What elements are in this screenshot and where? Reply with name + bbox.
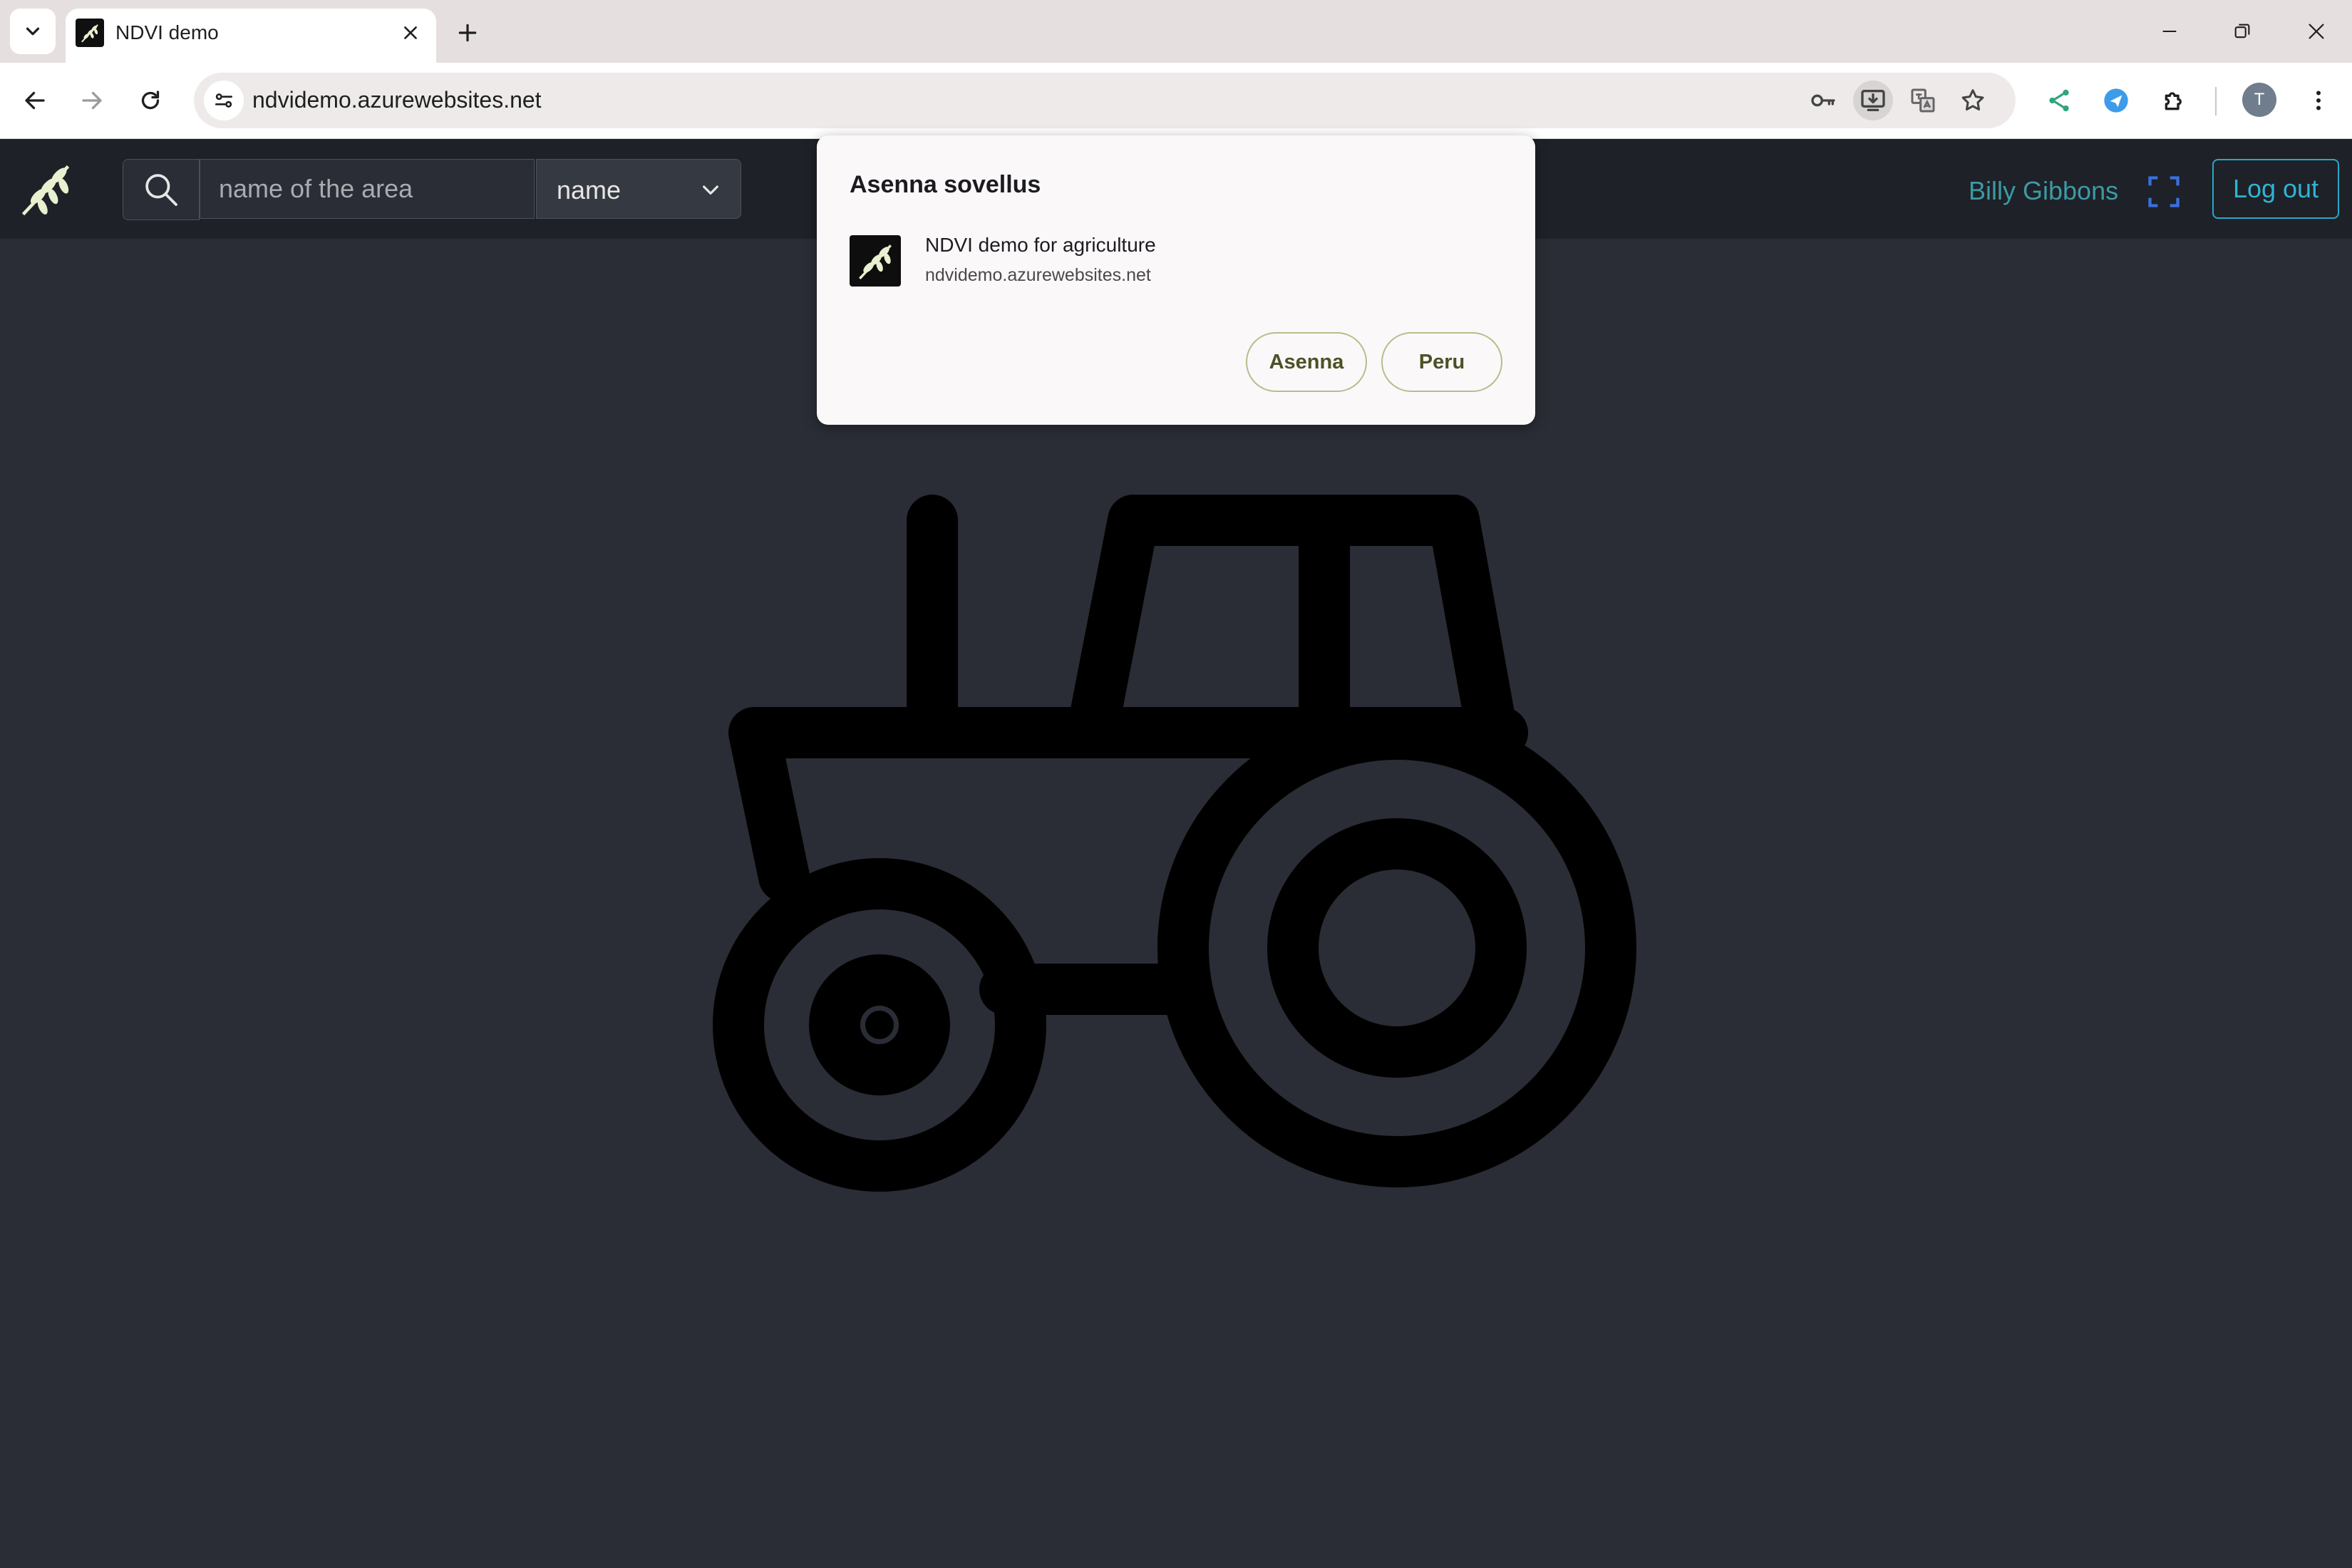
sort-select-value: name — [557, 175, 621, 205]
toolbar-separator — [2215, 87, 2217, 115]
minimize-button[interactable] — [2150, 11, 2189, 51]
site-info-button[interactable] — [204, 81, 244, 120]
key-icon — [1811, 94, 1835, 107]
area-search-input[interactable] — [200, 159, 535, 219]
search-button[interactable] — [123, 159, 200, 220]
address-bar[interactable]: ndvidemo.azurewebsites.net — [194, 73, 2016, 128]
restore-icon — [2234, 24, 2250, 38]
wheat-favicon-icon — [76, 19, 104, 47]
extensions-menu-button[interactable] — [2154, 80, 2195, 121]
url-text[interactable]: ndvidemo.azurewebsites.net — [252, 87, 542, 113]
bookmark-button[interactable] — [1953, 81, 1993, 120]
reload-icon — [141, 91, 160, 110]
dialog-app-name: NDVI demo for agriculture — [925, 234, 1156, 256]
chevron-down-icon — [26, 27, 40, 36]
install-button[interactable]: Asenna — [1246, 332, 1367, 392]
tab-search-button[interactable] — [10, 9, 56, 54]
tab-title: NDVI demo — [115, 21, 219, 43]
close-icon — [404, 26, 417, 39]
restore-button[interactable] — [2222, 11, 2262, 51]
browser-toolbar: ndvidemo.azurewebsites.net T — [0, 63, 2352, 139]
tab-strip: NDVI demo — [0, 0, 2352, 63]
dialog-title: Asenna sovellus — [850, 171, 1041, 198]
translate-button[interactable] — [1903, 81, 1943, 120]
share-button[interactable] — [2038, 80, 2080, 121]
install-app-icon — [1861, 90, 1885, 111]
plus-icon — [458, 24, 477, 42]
back-button[interactable] — [14, 80, 56, 121]
site-info-icon — [215, 93, 232, 108]
puzzle-icon — [2165, 92, 2182, 110]
back-icon — [25, 91, 45, 110]
install-app-dialog: Asenna sovellus NDVI demo for agricultur… — [817, 135, 1535, 425]
star-icon — [1961, 89, 1984, 111]
fullscreen-icon[interactable] — [2145, 173, 2182, 210]
tab-close-button[interactable] — [395, 17, 426, 48]
wheat-logo-icon[interactable] — [16, 159, 76, 219]
extension-blue-icon — [2104, 88, 2128, 113]
user-name[interactable]: Billy Gibbons — [1969, 176, 2118, 206]
extension-button[interactable] — [2095, 80, 2137, 121]
forward-button[interactable] — [71, 80, 113, 121]
cancel-button[interactable]: Peru — [1381, 332, 1502, 392]
more-icon — [2316, 91, 2321, 110]
wheat-app-icon — [850, 235, 901, 287]
chevron-down-icon — [703, 185, 718, 195]
logout-button[interactable]: Log out — [2212, 159, 2339, 219]
reload-button[interactable] — [130, 80, 171, 121]
dialog-app-origin: ndvidemo.azurewebsites.net — [925, 265, 1151, 285]
search-icon — [145, 174, 177, 206]
close-window-button[interactable] — [2296, 11, 2336, 51]
install-app-button[interactable] — [1853, 81, 1893, 120]
tractor-icon — [713, 495, 1636, 1192]
close-window-icon — [2309, 24, 2324, 39]
profile-avatar[interactable]: T — [2242, 83, 2276, 117]
browser-menu-button[interactable] — [2298, 80, 2339, 121]
translate-icon — [1911, 88, 1935, 113]
passwords-button[interactable] — [1803, 81, 1843, 120]
sort-select[interactable]: name — [536, 159, 741, 219]
share-icon — [2049, 89, 2069, 112]
forward-icon — [82, 91, 102, 110]
browser-tab[interactable]: NDVI demo — [66, 9, 436, 63]
minimize-icon — [2162, 30, 2177, 33]
new-tab-button[interactable] — [450, 16, 485, 50]
